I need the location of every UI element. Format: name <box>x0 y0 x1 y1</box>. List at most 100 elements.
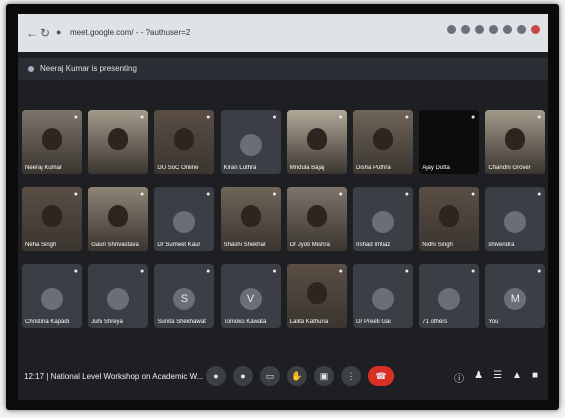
participant-tile[interactable]: ● DU SoC Online <box>154 110 215 174</box>
participant-tile[interactable]: ● Disha Puthra <box>353 110 413 174</box>
person-figure <box>373 128 393 150</box>
person-figure <box>505 128 526 150</box>
mic-muted-icon: ● <box>272 114 277 121</box>
participant-name: Nidhi Singh <box>422 242 453 248</box>
participant-tile[interactable]: ● Neeraj Kumar <box>22 110 82 174</box>
participant-name: Neeraj Kumar <box>25 165 63 171</box>
participant-tile[interactable]: ● Dr Jyoti Mishra <box>286 187 347 251</box>
participant-tile[interactable]: ● shivendra <box>485 187 546 251</box>
reload-icon[interactable]: ↻ <box>40 26 50 40</box>
zoom-icon[interactable] <box>461 25 470 34</box>
person-figure <box>306 282 327 304</box>
captions-button[interactable]: ▭ <box>260 366 280 386</box>
person-figure <box>108 205 129 227</box>
info-separator: | <box>46 372 49 381</box>
person-figure <box>240 205 261 227</box>
participant-name: Christina Kapadi <box>25 319 70 325</box>
participant-name: Dr Preeti Gai <box>356 319 391 325</box>
person-figure <box>306 205 327 227</box>
participant-tile[interactable]: ● Ajay Dutta <box>419 110 480 174</box>
meeting-title: National Level Workshop on Academic W... <box>50 372 204 381</box>
present-button[interactable]: ▣ <box>314 366 334 386</box>
camera-toggle-button[interactable]: ● <box>233 366 253 386</box>
mic-muted-icon: ● <box>139 114 145 121</box>
participant-name: Tomoko Kawata <box>223 319 267 325</box>
mic-muted-icon: ● <box>206 268 211 275</box>
participant-grid: ● Neeraj Kumar ● ● DU SoC Online ● Kiran Luthr… <box>18 110 548 356</box>
mic-muted-icon: ● <box>537 268 542 275</box>
lock-icon: ● <box>56 27 62 37</box>
participant-name: Kiran Luthra <box>223 165 257 171</box>
person-figure <box>439 205 460 227</box>
participant-tile[interactable]: ● Shashi Shekhar <box>220 187 281 251</box>
participant-tile[interactable]: ● Dr Preeti Gai <box>353 264 413 328</box>
back-icon[interactable]: ← <box>26 26 38 40</box>
mic-muted-icon: ● <box>537 191 542 198</box>
mic-muted-icon: ● <box>404 114 409 121</box>
mic-muted-icon: ● <box>73 114 78 121</box>
mic-muted-icon: ● <box>272 191 277 198</box>
participant-tile[interactable]: ● <box>88 110 149 174</box>
participant-tile[interactable]: ● Lalita Kathuria <box>286 264 347 328</box>
extension-icon[interactable] <box>489 25 498 34</box>
star-icon[interactable] <box>475 25 484 34</box>
participant-name: Shashi Shekhar <box>223 242 266 248</box>
meeting-info: 12:17 | National Level Workshop on Acade… <box>24 372 203 381</box>
people-icon[interactable]: ♟ <box>474 370 483 385</box>
mic-muted-icon: ● <box>139 268 145 275</box>
participant-name: Sunita Shekhawat <box>157 319 206 325</box>
mic-muted-icon: ● <box>206 191 211 198</box>
mic-muted-icon: ● <box>338 191 343 198</box>
participant-tile[interactable]: ● Kiran Luthra <box>220 110 281 174</box>
share-icon[interactable] <box>447 25 456 34</box>
info-icon[interactable]: ⓘ <box>454 370 464 385</box>
avatar <box>372 211 394 233</box>
participant-tile[interactable]: V ● Tomoko Kawata <box>220 264 281 328</box>
participant-tile[interactable]: ● Irshad Imtiaz <box>353 187 413 251</box>
avatar: V <box>239 288 262 310</box>
participant-tile[interactable]: ● Dr Sumeet Kaur <box>154 187 215 251</box>
participant-name: Mridula Bajaj <box>289 165 325 171</box>
avatar-icon[interactable] <box>531 25 540 34</box>
participant-tile[interactable]: ● Neha Singh <box>22 187 82 251</box>
participant-name: Ajay Dutta <box>422 165 450 171</box>
lock-settings-icon[interactable]: ■ <box>532 370 538 385</box>
participant-tile[interactable]: ● Christina Kapadi <box>22 264 82 328</box>
mic-muted-icon: ● <box>470 268 476 275</box>
chat-icon[interactable]: ☰ <box>493 370 502 385</box>
raise-hand-button[interactable]: ✋ <box>287 366 307 386</box>
mic-muted-icon: ● <box>537 114 542 121</box>
activities-icon[interactable]: ▲ <box>512 370 522 385</box>
mic-toggle-button[interactable]: ● <box>206 366 226 386</box>
avatar <box>372 288 394 310</box>
meeting-time: 12:17 <box>24 372 45 381</box>
avatar <box>41 288 63 310</box>
participant-tile[interactable]: M ● You <box>485 264 546 328</box>
avatar <box>438 288 461 310</box>
participant-tile[interactable]: ● Nidhi Singh <box>419 187 480 251</box>
participant-tile[interactable]: ● Juhi Shreya <box>88 264 149 328</box>
participant-name: shivendra <box>488 242 515 248</box>
participant-tile[interactable]: ● Gauri Shrivastava <box>88 187 149 251</box>
participant-name: Chandni Grover <box>488 165 531 171</box>
presenting-banner: Neeraj Kumar is presenting <box>18 58 548 80</box>
participant-tile[interactable]: ● 71 others <box>419 264 480 328</box>
leave-call-button[interactable]: ☎ <box>368 366 394 386</box>
participant-tile[interactable]: ● Mridula Bajaj <box>286 110 347 174</box>
participant-name: Juhi Shreya <box>91 319 123 325</box>
presenting-icon <box>28 65 34 72</box>
avatar <box>173 211 196 233</box>
browser-extensions <box>447 25 540 34</box>
profile-icon[interactable] <box>517 25 526 34</box>
call-controls: ● ● ▭ ✋ ▣ ⋮ ☎ <box>206 366 394 386</box>
mic-muted-icon: ● <box>338 268 343 275</box>
person-figure <box>174 128 195 150</box>
more-options-button[interactable]: ⋮ <box>341 366 361 386</box>
avatar: M <box>504 288 527 310</box>
participant-tile[interactable]: ● Chandni Grover <box>485 110 546 174</box>
participant-name: Neha Singh <box>25 242 57 248</box>
participant-name: Gauri Shrivastava <box>91 242 139 248</box>
address-bar[interactable]: meet.google.com/ - - ?authuser=2 <box>70 24 370 41</box>
participant-tile[interactable]: S ● Sunita Shekhawat <box>154 264 215 328</box>
puzzle-icon[interactable] <box>503 25 512 34</box>
